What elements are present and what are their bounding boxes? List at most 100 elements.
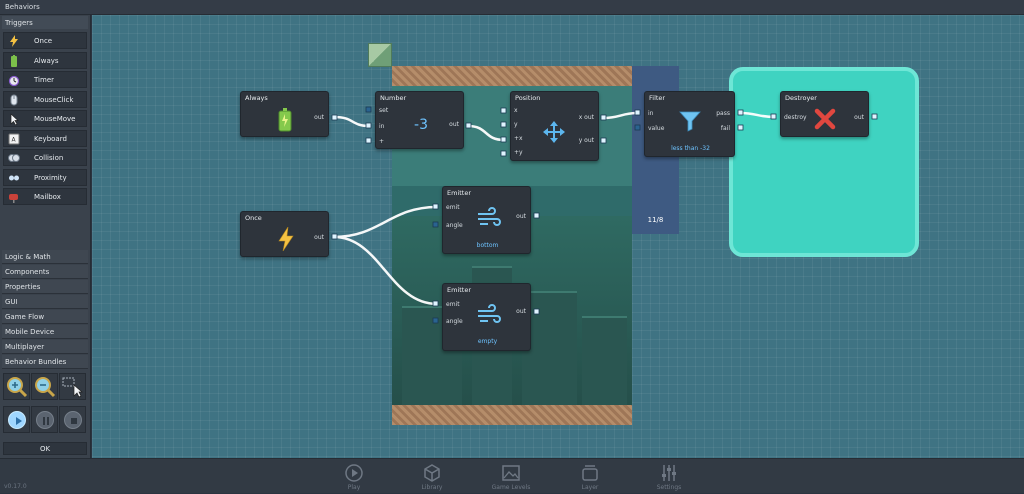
nav-settings[interactable]: Settings (639, 460, 699, 494)
image-icon (502, 465, 520, 481)
stop-button[interactable] (59, 406, 86, 433)
pause-icon (36, 411, 54, 429)
battery-icon (277, 108, 293, 134)
trigger-mailbox[interactable]: Mailbox (3, 188, 87, 205)
node-destroyer[interactable]: Destroyer destroy out (780, 91, 869, 137)
port-emit-label: emit (446, 204, 460, 211)
nav-label: Game Levels (491, 484, 531, 491)
filter-condition[interactable]: less than -32 (645, 145, 736, 152)
category-logic-math[interactable]: Logic & Math (2, 250, 88, 264)
category-components[interactable]: Components (2, 265, 88, 279)
game-object-cube[interactable] (368, 43, 392, 67)
title-bar: Behaviors (0, 0, 1024, 15)
cube-icon (424, 464, 440, 482)
trigger-proximity[interactable]: Proximity (3, 169, 87, 186)
wind-icon (476, 303, 502, 329)
trigger-mouseclick[interactable]: MouseClick (3, 91, 87, 108)
nav-game-levels[interactable]: Game Levels (481, 460, 541, 494)
window-title: Behaviors (5, 3, 40, 11)
lightning-icon (8, 35, 20, 47)
alarm-clock-icon (8, 74, 20, 87)
port-plus-label: + (379, 138, 385, 145)
port-pass-label: pass (716, 110, 730, 117)
zoom-out-icon (32, 377, 57, 401)
emitter-direction[interactable]: empty (443, 338, 532, 345)
trigger-timer[interactable]: Timer (3, 71, 87, 88)
port-out-label: out (854, 114, 864, 121)
trigger-mousemove[interactable]: MouseMove (3, 110, 87, 127)
trigger-label: Always (34, 57, 59, 65)
port-plus-y-label: +y (514, 149, 523, 156)
port-out-label: out (516, 213, 526, 220)
key-icon: A (8, 133, 20, 145)
trigger-label: Proximity (34, 174, 67, 182)
port-emit-label: emit (446, 301, 460, 308)
zoom-out-button[interactable] (31, 373, 58, 400)
trigger-collision[interactable]: Collision (3, 149, 87, 166)
node-emitter-bottom[interactable]: Emitter emit angle out bottom (442, 186, 531, 254)
emitter-direction[interactable]: bottom (443, 242, 532, 249)
port-set-label: set (379, 107, 389, 114)
play-circle-icon (345, 464, 363, 482)
node-title: Emitter (447, 189, 472, 197)
port-in-label: in (379, 123, 385, 130)
funnel-icon (678, 109, 702, 135)
destroy-x-icon (814, 108, 836, 132)
pause-button[interactable] (31, 406, 58, 433)
node-position[interactable]: Position x y +x +y x out y out (510, 91, 599, 161)
node-emitter-empty[interactable]: Emitter emit angle out empty (442, 283, 531, 351)
nav-label: Layer (581, 484, 599, 491)
port-y-label: y (514, 121, 518, 128)
play-button[interactable] (3, 406, 30, 433)
port-out-label: out (314, 114, 324, 121)
port-plus-x-label: +x (514, 135, 523, 142)
trigger-once[interactable]: Once (3, 32, 87, 49)
node-always[interactable]: Always out (240, 91, 329, 137)
node-title: Filter (649, 94, 666, 102)
bottom-toolbar: Play Library Game Levels Layer Settings … (0, 458, 1024, 493)
triggers-header: Triggers (2, 16, 88, 29)
node-title: Emitter (447, 286, 472, 294)
category-multiplayer[interactable]: Multiplayer (2, 340, 88, 354)
node-title: Once (245, 214, 262, 222)
trigger-label: Mailbox (34, 193, 61, 201)
select-cursor-icon (60, 377, 85, 401)
zoom-in-button[interactable] (3, 373, 30, 400)
category-properties[interactable]: Properties (2, 280, 88, 294)
wind-icon (476, 206, 502, 232)
nav-layer[interactable]: Layer (560, 460, 620, 494)
mouse-icon (8, 94, 20, 106)
port-out-label: out (516, 308, 526, 315)
node-number[interactable]: Number set in + -3 out (375, 91, 464, 149)
nav-library[interactable]: Library (402, 460, 462, 494)
number-value[interactable]: -3 (406, 117, 436, 133)
move-arrows-icon (542, 120, 566, 146)
category-gui[interactable]: GUI (2, 295, 88, 309)
port-x-out-label: x out (578, 114, 594, 121)
trigger-label: Keyboard (34, 135, 67, 143)
collision-icon (8, 152, 20, 164)
port-value-label: value (648, 125, 665, 132)
top-platform (392, 66, 632, 86)
nav-label: Play (347, 484, 361, 491)
trigger-always[interactable]: Always (3, 52, 87, 69)
nav-play[interactable]: Play (324, 460, 384, 494)
trigger-keyboard[interactable]: A Keyboard (3, 130, 87, 147)
category-mobile-device[interactable]: Mobile Device (2, 325, 88, 339)
category-behavior-bundles[interactable]: Behavior Bundles (2, 355, 88, 369)
port-x-label: x (514, 107, 518, 114)
battery-icon (8, 55, 20, 67)
version-label: v0.17.0 (4, 483, 27, 490)
zoom-in-icon (4, 377, 29, 401)
ok-button[interactable]: OK (3, 442, 87, 455)
layers-icon (582, 465, 598, 481)
port-angle-label: angle (446, 222, 463, 229)
node-title: Number (380, 94, 407, 102)
category-game-flow[interactable]: Game Flow (2, 310, 88, 324)
node-once[interactable]: Once out (240, 211, 329, 257)
nav-label: Library (421, 484, 443, 491)
select-tool-button[interactable] (59, 373, 86, 400)
port-angle-label: angle (446, 318, 463, 325)
node-filter[interactable]: Filter in value pass fail less than -32 (644, 91, 735, 157)
trigger-label: MouseClick (34, 96, 74, 104)
